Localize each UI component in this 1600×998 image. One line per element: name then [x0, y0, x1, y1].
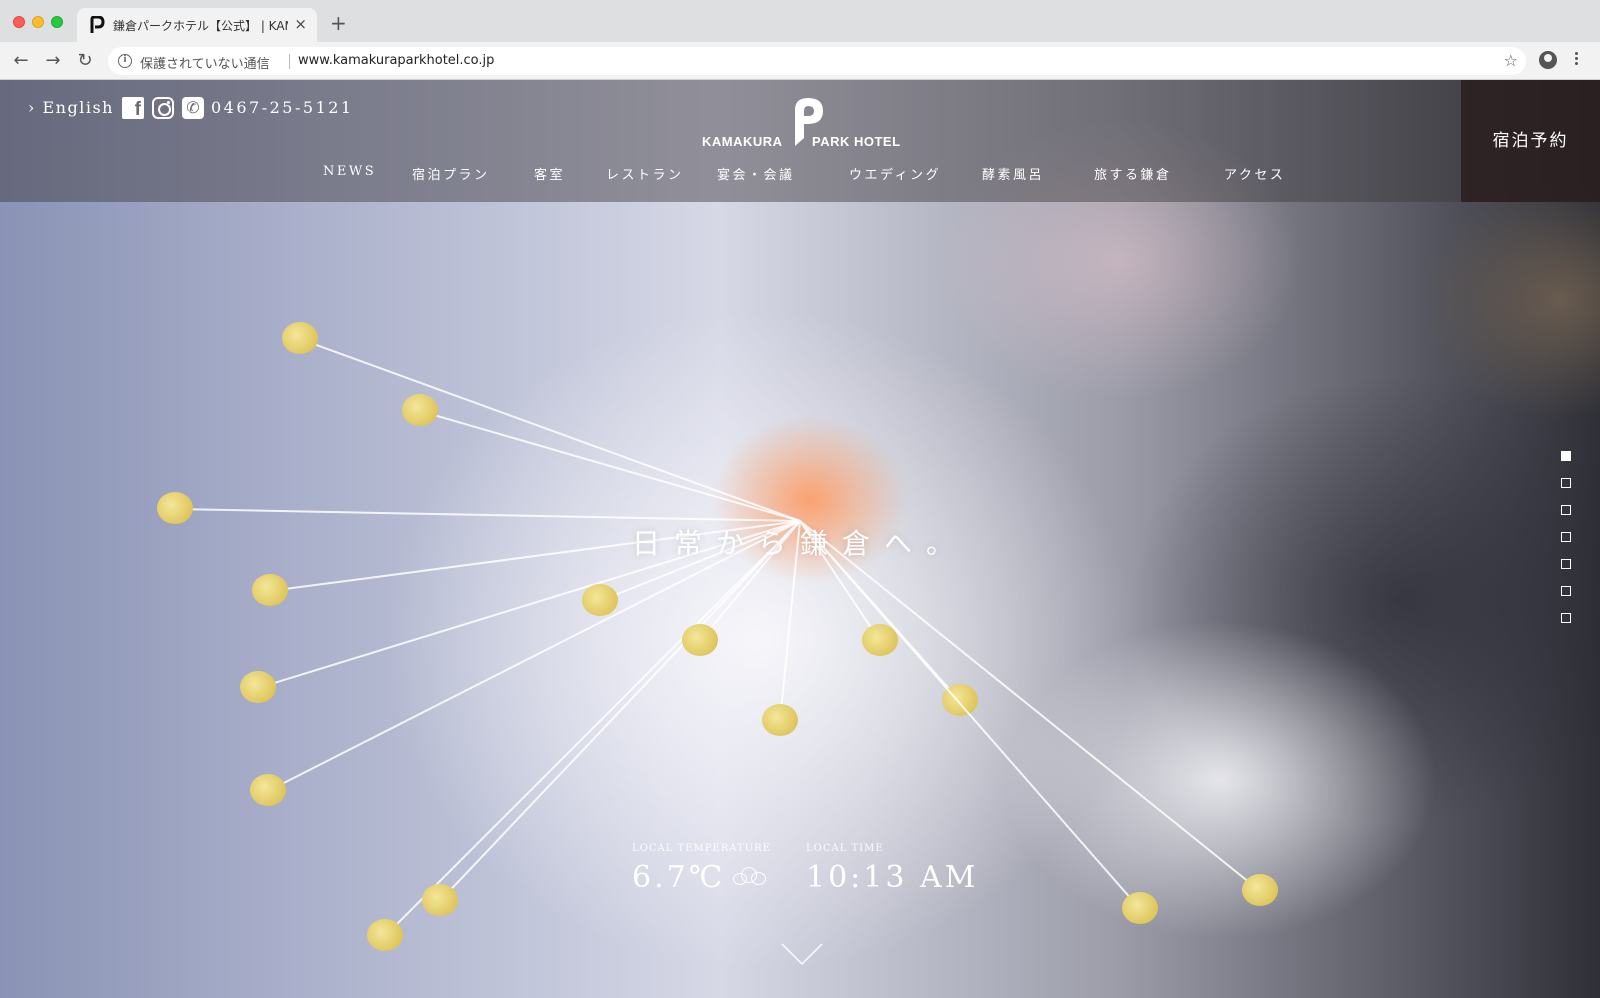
- time-value: 10:13 AM: [806, 860, 979, 895]
- nav-enzyme-bath[interactable]: 酵素風呂: [982, 164, 1044, 183]
- hero-catchphrase: 日常から鎌倉へ。: [631, 527, 968, 560]
- tab-close-icon[interactable]: ×: [294, 15, 307, 33]
- address-bar[interactable]: i 保護されていない通信 www.kamakuraparkhotel.co.jp…: [108, 47, 1526, 75]
- reserve-button[interactable]: 宿泊予約: [1461, 80, 1600, 202]
- anther-decoration: [402, 394, 438, 426]
- anther-decoration: [1122, 892, 1158, 924]
- anther-decoration: [682, 624, 718, 656]
- site-logo[interactable]: KAMAKURA PARK HOTEL: [702, 96, 902, 156]
- stamen-decoration: [799, 520, 1261, 892]
- slide-indicator[interactable]: [1561, 451, 1571, 461]
- browser-toolbar: ← → ↻ i 保護されていない通信 www.kamakuraparkhotel…: [0, 42, 1600, 80]
- minimize-window-button[interactable]: [32, 16, 44, 28]
- tab-title: 鎌倉パークホテル【公式】 | KAMAKURA PARK HOTEL: [113, 19, 288, 33]
- forward-button[interactable]: →: [42, 50, 64, 72]
- instagram-icon[interactable]: [152, 97, 174, 119]
- phone-number[interactable]: 0467-25-5121: [211, 98, 354, 117]
- stamen-decoration: [299, 338, 801, 522]
- browser-tab[interactable]: 鎌倉パークホテル【公式】 | KAMAKURA PARK HOTEL ×: [77, 8, 317, 42]
- nav-plans[interactable]: 宿泊プラン: [412, 164, 490, 183]
- anther-decoration: [157, 492, 193, 524]
- slide-indicator[interactable]: [1561, 586, 1571, 596]
- english-link[interactable]: › English: [28, 98, 114, 117]
- facebook-icon[interactable]: [122, 97, 144, 121]
- anther-decoration: [282, 322, 318, 354]
- close-window-button[interactable]: [13, 16, 25, 28]
- new-tab-button[interactable]: +: [330, 12, 347, 34]
- site-header: › English ✆ 0467-25-5121 KAMAKURA PARK H…: [0, 80, 1600, 202]
- browser-menu-icon[interactable]: [1574, 50, 1578, 70]
- logo-text-kamakura: KAMAKURA: [702, 134, 783, 149]
- anther-decoration: [582, 584, 618, 616]
- account-icon[interactable]: [1539, 51, 1557, 69]
- security-status[interactable]: 保護されていない通信: [140, 53, 270, 72]
- slide-indicator[interactable]: [1561, 505, 1571, 515]
- nav-access[interactable]: アクセス: [1224, 164, 1285, 183]
- nav-news[interactable]: NEWS: [323, 164, 376, 179]
- temperature-value-row: 6.7℃: [632, 860, 771, 895]
- anther-decoration: [1242, 874, 1278, 906]
- anther-decoration: [762, 704, 798, 736]
- local-temperature: LOCAL TEMPERATURE 6.7℃: [632, 843, 771, 895]
- slide-indicator[interactable]: [1561, 613, 1571, 623]
- anther-decoration: [367, 919, 403, 951]
- anther-decoration: [240, 671, 276, 703]
- temperature-label: LOCAL TEMPERATURE: [632, 843, 771, 854]
- local-time: LOCAL TIME 10:13 AM: [806, 843, 978, 895]
- favicon-icon: [90, 16, 105, 33]
- stamen-decoration: [174, 508, 801, 522]
- reload-button[interactable]: ↻: [74, 50, 96, 72]
- nav-rooms[interactable]: 客室: [534, 164, 565, 183]
- info-icon[interactable]: i: [118, 54, 132, 68]
- phone-icon[interactable]: ✆: [182, 97, 204, 119]
- nav-banquet[interactable]: 宴会・会議: [717, 164, 795, 183]
- logo-text-park-hotel: PARK HOTEL: [812, 134, 901, 149]
- time-label: LOCAL TIME: [806, 843, 884, 854]
- cloud-icon: [733, 867, 767, 885]
- anther-decoration: [422, 884, 458, 916]
- nav-restaurant[interactable]: レストラン: [606, 164, 684, 183]
- nav-travel[interactable]: 旅する鎌倉: [1094, 164, 1172, 183]
- global-nav: NEWS 宿泊プラン 客室 レストラン 宴会・会議 ウエディング 酵素風呂 旅す…: [0, 164, 1460, 188]
- hero-section: › English ✆ 0467-25-5121 KAMAKURA PARK H…: [0, 80, 1600, 998]
- nav-wedding[interactable]: ウエディング: [849, 164, 941, 183]
- stamen-decoration: [419, 410, 801, 522]
- anther-decoration: [250, 774, 286, 806]
- anther-decoration: [252, 574, 288, 606]
- url-text[interactable]: www.kamakuraparkhotel.co.jp: [298, 53, 494, 68]
- scroll-down-chevron-icon[interactable]: [780, 942, 824, 966]
- temperature-value: 6.7℃: [632, 860, 726, 895]
- slide-indicator[interactable]: [1561, 478, 1571, 488]
- browser-titlebar: 鎌倉パークホテル【公式】 | KAMAKURA PARK HOTEL × +: [0, 0, 1600, 42]
- divider: [289, 54, 290, 69]
- bookmark-star-icon[interactable]: ☆: [1504, 51, 1518, 70]
- back-button[interactable]: ←: [10, 50, 32, 72]
- slide-indicators: [1561, 451, 1573, 640]
- slide-indicator[interactable]: [1561, 532, 1571, 542]
- maximize-window-button[interactable]: [51, 16, 63, 28]
- slide-indicator[interactable]: [1561, 559, 1571, 569]
